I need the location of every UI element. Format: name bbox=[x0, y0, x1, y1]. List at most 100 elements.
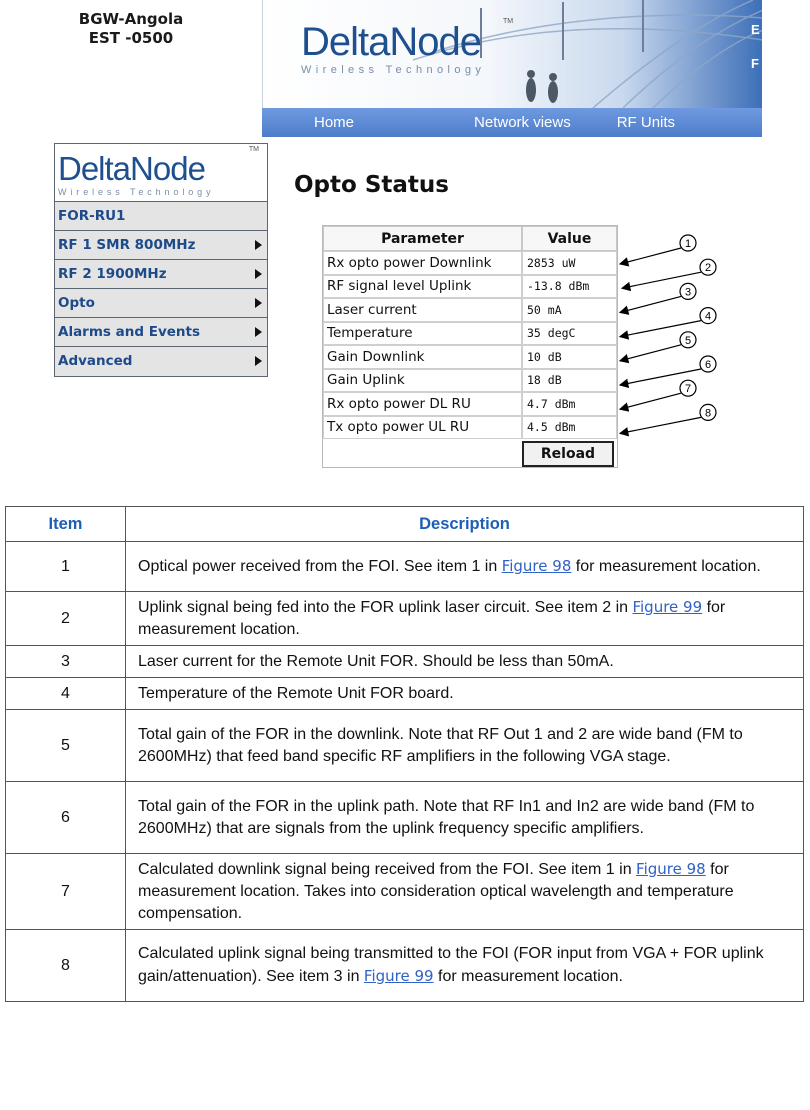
sidebar: DeltaNode Wireless Technology TM FOR-RU1… bbox=[54, 143, 268, 377]
sidebar-item-advanced[interactable]: Advanced bbox=[55, 347, 267, 376]
column-header-parameter: Parameter bbox=[323, 226, 522, 251]
table-row: 2 Uplink signal being fed into the FOR up… bbox=[5, 591, 804, 646]
reload-button[interactable]: Reload bbox=[522, 441, 614, 467]
figure-link[interactable]: Figure 98 bbox=[502, 557, 572, 575]
sidebar-logo-tagline: Wireless Technology bbox=[58, 187, 215, 197]
banner-logo-tagline: Wireless Technology bbox=[301, 64, 486, 76]
table-row: 3 Laser current for the Remote Unit FOR. … bbox=[5, 645, 804, 678]
param-value: 4.7 dBm bbox=[522, 392, 617, 416]
callout-number: 4 bbox=[705, 311, 711, 323]
item-number: 3 bbox=[5, 645, 126, 678]
callout-circle bbox=[699, 258, 717, 276]
figure-link[interactable]: Figure 98 bbox=[636, 860, 706, 878]
param-value: -13.8 dBm bbox=[522, 274, 617, 298]
table-row: Laser current 50 mA bbox=[323, 298, 617, 322]
figure-link[interactable]: Figure 99 bbox=[364, 967, 434, 985]
nav-network-views[interactable]: Network views bbox=[474, 114, 571, 131]
sidebar-item-rf2[interactable]: RF 2 1900MHz bbox=[55, 260, 267, 289]
site-name: BGW-Angola bbox=[78, 10, 184, 28]
callout-arrow bbox=[620, 271, 702, 292]
sidebar-tm-mark: TM bbox=[248, 146, 259, 153]
sidebar-item-label: Alarms and Events bbox=[58, 324, 201, 340]
param-name: RF signal level Uplink bbox=[323, 274, 522, 298]
table-header-row: Parameter Value bbox=[323, 226, 617, 251]
item-description: Calculated uplink signal being transmitt… bbox=[125, 929, 804, 1002]
column-header-value: Value bbox=[522, 226, 617, 251]
item-description: Laser current for the Remote Unit FOR. S… bbox=[125, 645, 804, 678]
chevron-right-icon bbox=[255, 269, 262, 279]
description-text: Total gain of the FOR in the downlink. N… bbox=[138, 725, 743, 765]
param-name: Laser current bbox=[323, 298, 522, 322]
item-description: Optical power received from the FOI. See… bbox=[125, 541, 804, 592]
callout-arrow bbox=[618, 344, 682, 364]
callout-number: 7 bbox=[685, 383, 691, 395]
banner-cut-text-1: E bbox=[751, 22, 760, 37]
nav-rf-units[interactable]: RF Units bbox=[617, 114, 675, 131]
callout-circle bbox=[679, 379, 697, 397]
sidebar-item-label: RF 1 SMR 800MHz bbox=[58, 237, 196, 253]
description-text: Laser current for the Remote Unit FOR. S… bbox=[138, 652, 614, 670]
empty-cell bbox=[323, 439, 522, 467]
callout-number: 8 bbox=[705, 407, 711, 419]
sidebar-logo: DeltaNode Wireless Technology TM bbox=[55, 144, 267, 202]
sidebar-item-label: Advanced bbox=[58, 353, 133, 369]
item-description: Calculated downlink signal being receive… bbox=[125, 853, 804, 930]
opto-status-table: Parameter Value Rx opto power Downlink 2… bbox=[322, 225, 618, 468]
chevron-right-icon bbox=[255, 298, 262, 308]
description-text: Temperature of the Remote Unit FOR board… bbox=[138, 684, 454, 702]
table-row: Gain Downlink 10 dB bbox=[323, 345, 617, 369]
callout-number: 6 bbox=[705, 359, 711, 371]
banner-logo: DeltaNode Wireless Technology bbox=[301, 22, 485, 76]
param-name: Temperature bbox=[323, 321, 522, 345]
description-text: for measurement location. bbox=[571, 558, 761, 575]
table-row: Rx opto power DL RU 4.7 dBm bbox=[323, 392, 617, 416]
item-number: 8 bbox=[5, 929, 126, 1002]
item-number: 6 bbox=[5, 781, 126, 854]
item-description: Uplink signal being fed into the FOR upl… bbox=[125, 591, 804, 646]
top-nav: Home Network views RF Units bbox=[262, 108, 762, 137]
param-value: 2853 uW bbox=[522, 251, 617, 275]
site-info: BGW-Angola EST -0500 bbox=[66, 10, 196, 48]
nav-home[interactable]: Home bbox=[314, 114, 354, 131]
banner-logo-word: DeltaNode bbox=[301, 20, 482, 64]
param-value: 35 degC bbox=[522, 321, 617, 345]
table-row: 4 Temperature of the Remote Unit FOR boar… bbox=[5, 677, 804, 710]
table-row: Tx opto power UL RU 4.5 dBm bbox=[323, 415, 617, 439]
callout-number: 1 bbox=[685, 238, 691, 250]
description-text: Uplink signal being fed into the FOR upl… bbox=[138, 599, 633, 616]
sidebar-item-label: Opto bbox=[58, 295, 95, 311]
callout-arrow bbox=[618, 416, 702, 437]
sidebar-item-for-ru1[interactable]: FOR-RU1 bbox=[55, 202, 267, 231]
item-number: 7 bbox=[5, 853, 126, 930]
sidebar-logo-word: DeltaNode bbox=[58, 150, 206, 187]
callout-number: 2 bbox=[705, 262, 711, 274]
chevron-right-icon bbox=[255, 327, 262, 337]
item-number: 2 bbox=[5, 591, 126, 646]
table-row: Temperature 35 degC bbox=[323, 321, 617, 345]
chevron-right-icon bbox=[255, 356, 262, 366]
description-table: Item Description 1 Optical power received… bbox=[5, 506, 804, 1002]
banner-tm-mark: TM bbox=[503, 18, 514, 25]
callout-circle bbox=[679, 234, 697, 252]
table-row: 6 Total gain of the FOR in the uplink pat… bbox=[5, 781, 804, 854]
table-row: 8 Calculated uplink signal being transmit… bbox=[5, 929, 804, 1002]
sidebar-item-rf1[interactable]: RF 1 SMR 800MHz bbox=[55, 231, 267, 260]
callout-arrow bbox=[618, 368, 702, 389]
sidebar-item-alarms[interactable]: Alarms and Events bbox=[55, 318, 267, 347]
callout-circle bbox=[699, 355, 717, 373]
item-description: Temperature of the Remote Unit FOR board… bbox=[125, 677, 804, 710]
param-name: Gain Downlink bbox=[323, 345, 522, 369]
param-name: Gain Uplink bbox=[323, 368, 522, 392]
column-header-description: Description bbox=[125, 506, 804, 542]
chevron-right-icon bbox=[255, 240, 262, 250]
item-description: Total gain of the FOR in the downlink. N… bbox=[125, 709, 804, 782]
item-number: 1 bbox=[5, 541, 126, 592]
item-number: 5 bbox=[5, 709, 126, 782]
table-row: RF signal level Uplink -13.8 dBm bbox=[323, 274, 617, 298]
sidebar-item-opto[interactable]: Opto bbox=[55, 289, 267, 318]
table-row: 7 Calculated downlink signal being receiv… bbox=[5, 853, 804, 930]
description-text: Optical power received from the FOI. See… bbox=[138, 558, 502, 575]
figure-link[interactable]: Figure 99 bbox=[632, 598, 702, 616]
param-name: Rx opto power Downlink bbox=[323, 251, 522, 275]
param-name: Rx opto power DL RU bbox=[323, 392, 522, 416]
